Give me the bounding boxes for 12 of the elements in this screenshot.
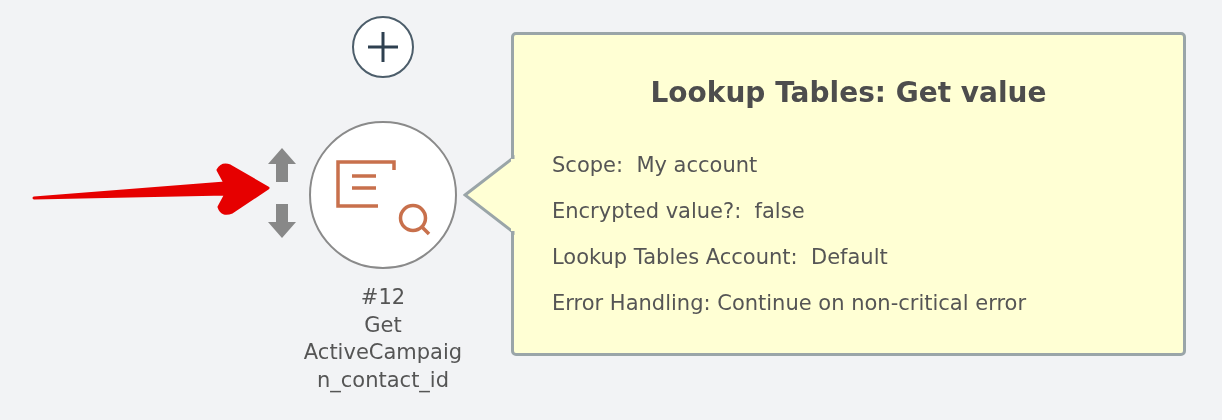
tooltip-row-text: Error Handling: Continue on non-critical error	[552, 290, 1027, 317]
tooltip-row-text: Encrypted value?: false	[552, 198, 805, 225]
tooltip-row-text: Lookup Tables Account: Default	[552, 244, 888, 271]
lookup-table-icon	[336, 160, 432, 238]
tooltip-row-text: Scope: My account	[552, 152, 758, 179]
step-name-line: Get	[364, 311, 402, 339]
reorder-arrows-icon[interactable]	[266, 146, 298, 240]
tooltip-title: Lookup Tables: Get value	[649, 76, 1048, 110]
plus-icon	[366, 30, 400, 64]
step-name-line: ActiveCampaig	[303, 339, 463, 366]
step-name-line: n_contact_id	[316, 366, 450, 394]
step-number: #12	[360, 284, 406, 311]
